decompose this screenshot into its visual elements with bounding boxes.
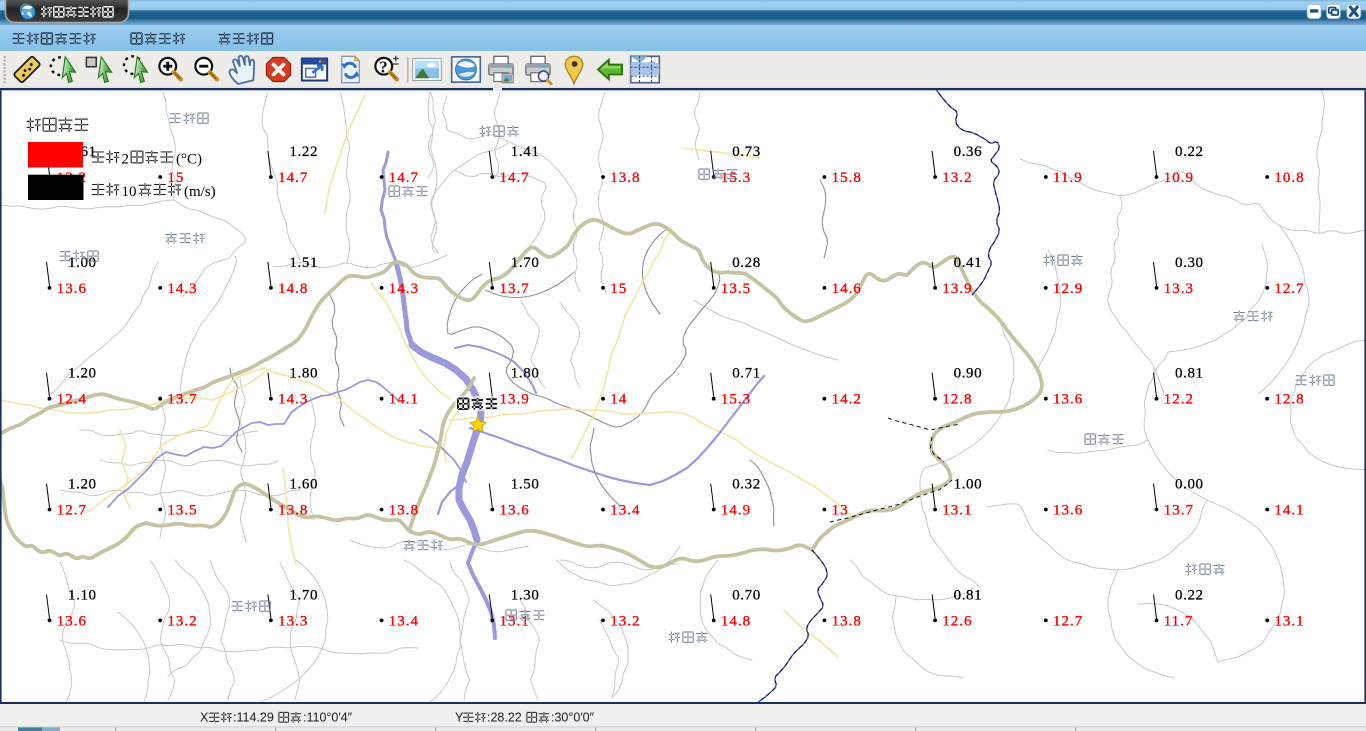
svg-text:0.73: 0.73 [732, 144, 761, 160]
svg-text:0.22: 0.22 [1175, 144, 1204, 160]
svg-text:13.5: 13.5 [721, 281, 751, 297]
svg-text:13.4: 13.4 [389, 613, 419, 629]
svg-text:1.80: 1.80 [289, 366, 318, 382]
svg-text:14.1: 14.1 [389, 392, 419, 408]
svg-text:0.71: 0.71 [732, 366, 761, 382]
svg-text:0.22: 0.22 [1175, 587, 1204, 603]
svg-text:15: 15 [167, 170, 184, 186]
svg-text:14.8: 14.8 [278, 281, 308, 297]
svg-text:0.70: 0.70 [732, 587, 761, 603]
svg-text:0.90: 0.90 [954, 366, 983, 382]
svg-text::110°0′4″: :110°0′4″ [303, 711, 353, 725]
svg-text:12.2: 12.2 [1164, 392, 1194, 408]
svg-text::28.22: :28.22 [487, 711, 522, 725]
svg-text:?: ? [379, 57, 387, 76]
svg-text:14.7: 14.7 [389, 170, 419, 186]
svg-text:13.7: 13.7 [167, 392, 197, 408]
svg-text:14.2: 14.2 [832, 392, 862, 408]
svg-text:11.7: 11.7 [1164, 613, 1194, 629]
svg-text:12.7: 12.7 [1274, 281, 1304, 297]
svg-text:13: 13 [832, 503, 849, 519]
svg-text:14.1: 14.1 [1274, 503, 1304, 519]
svg-text:1.00: 1.00 [954, 477, 983, 493]
svg-text:10: 10 [122, 184, 137, 200]
svg-text:14.3: 14.3 [167, 281, 197, 297]
svg-text:12.8: 12.8 [1274, 392, 1304, 408]
svg-text:14: 14 [610, 392, 627, 408]
svg-text:14.9: 14.9 [721, 503, 751, 519]
svg-text:15.3: 15.3 [721, 170, 751, 186]
svg-text:12.7: 12.7 [1053, 613, 1083, 629]
svg-text:12.4: 12.4 [57, 392, 87, 408]
svg-text:13.7: 13.7 [500, 281, 530, 297]
svg-text:13.6: 13.6 [1053, 392, 1083, 408]
svg-text:10.9: 10.9 [1164, 170, 1194, 186]
svg-text:14.7: 14.7 [278, 170, 308, 186]
svg-text:13.6: 13.6 [57, 613, 87, 629]
svg-text:13.9: 13.9 [942, 281, 972, 297]
svg-text:(m/s): (m/s) [184, 184, 216, 200]
svg-text:13.1: 13.1 [942, 503, 972, 519]
svg-text:1.22: 1.22 [289, 144, 318, 160]
svg-text:0.36: 0.36 [954, 144, 983, 160]
svg-text:(°C): (°C) [176, 152, 202, 168]
svg-text:15.3: 15.3 [721, 392, 751, 408]
svg-text:13.8: 13.8 [832, 613, 862, 629]
svg-text:1.80: 1.80 [511, 366, 540, 382]
svg-text:13.2: 13.2 [610, 613, 640, 629]
svg-text:1.41: 1.41 [511, 144, 540, 160]
svg-text:14.3: 14.3 [278, 392, 308, 408]
svg-text:1.60: 1.60 [289, 477, 318, 493]
svg-text:13.3: 13.3 [1164, 281, 1194, 297]
svg-text::114.29: :114.29 [233, 711, 274, 725]
svg-text:11.9: 11.9 [1053, 170, 1083, 186]
svg-text:10.8: 10.8 [1274, 170, 1304, 186]
svg-text:13.3: 13.3 [278, 613, 308, 629]
svg-text:0.81: 0.81 [1175, 366, 1204, 382]
svg-text:Y: Y [455, 711, 464, 725]
svg-text:14.7: 14.7 [500, 170, 530, 186]
svg-text:0.28: 0.28 [732, 255, 761, 271]
svg-text:14.8: 14.8 [721, 613, 751, 629]
svg-text:1.51: 1.51 [289, 255, 318, 271]
svg-text:13.7: 13.7 [1164, 503, 1194, 519]
svg-text:13.6: 13.6 [500, 503, 530, 519]
svg-text:13.4: 13.4 [610, 503, 640, 519]
svg-text:X: X [200, 711, 209, 725]
svg-text::30°0′0″: :30°0′0″ [551, 711, 595, 725]
svg-text:13.1: 13.1 [500, 613, 530, 629]
svg-text:13.2: 13.2 [167, 613, 197, 629]
svg-text:13.6: 13.6 [1053, 503, 1083, 519]
svg-text:0.41: 0.41 [954, 255, 983, 271]
svg-text:1.70: 1.70 [289, 587, 318, 603]
svg-text:1.30: 1.30 [511, 587, 540, 603]
svg-text:13.2: 13.2 [942, 170, 972, 186]
svg-text:13.8: 13.8 [610, 170, 640, 186]
svg-text:0.00: 0.00 [1175, 477, 1204, 493]
svg-text:2: 2 [122, 152, 130, 168]
svg-text:0.32: 0.32 [732, 477, 761, 493]
svg-text:12.6: 12.6 [942, 613, 972, 629]
svg-text:13.8: 13.8 [278, 503, 308, 519]
svg-text:15.8: 15.8 [832, 170, 862, 186]
svg-text:13.5: 13.5 [167, 503, 197, 519]
svg-text:12.9: 12.9 [1053, 281, 1083, 297]
svg-text:13.8: 13.8 [389, 503, 419, 519]
svg-text:0.30: 0.30 [1175, 255, 1204, 271]
svg-text:15: 15 [610, 281, 627, 297]
svg-text:12.7: 12.7 [57, 503, 87, 519]
svg-text:1.20: 1.20 [68, 366, 97, 382]
svg-text:1.50: 1.50 [511, 477, 540, 493]
svg-text:13.9: 13.9 [500, 392, 530, 408]
svg-text:13.6: 13.6 [57, 281, 87, 297]
svg-text:14.3: 14.3 [389, 281, 419, 297]
svg-text:13.1: 13.1 [1274, 613, 1304, 629]
svg-text:1.10: 1.10 [68, 587, 97, 603]
svg-text:12.8: 12.8 [942, 392, 972, 408]
svg-text:1.70: 1.70 [511, 255, 540, 271]
svg-text:0.81: 0.81 [954, 587, 983, 603]
svg-text:14.6: 14.6 [832, 281, 862, 297]
svg-text:1.20: 1.20 [68, 477, 97, 493]
